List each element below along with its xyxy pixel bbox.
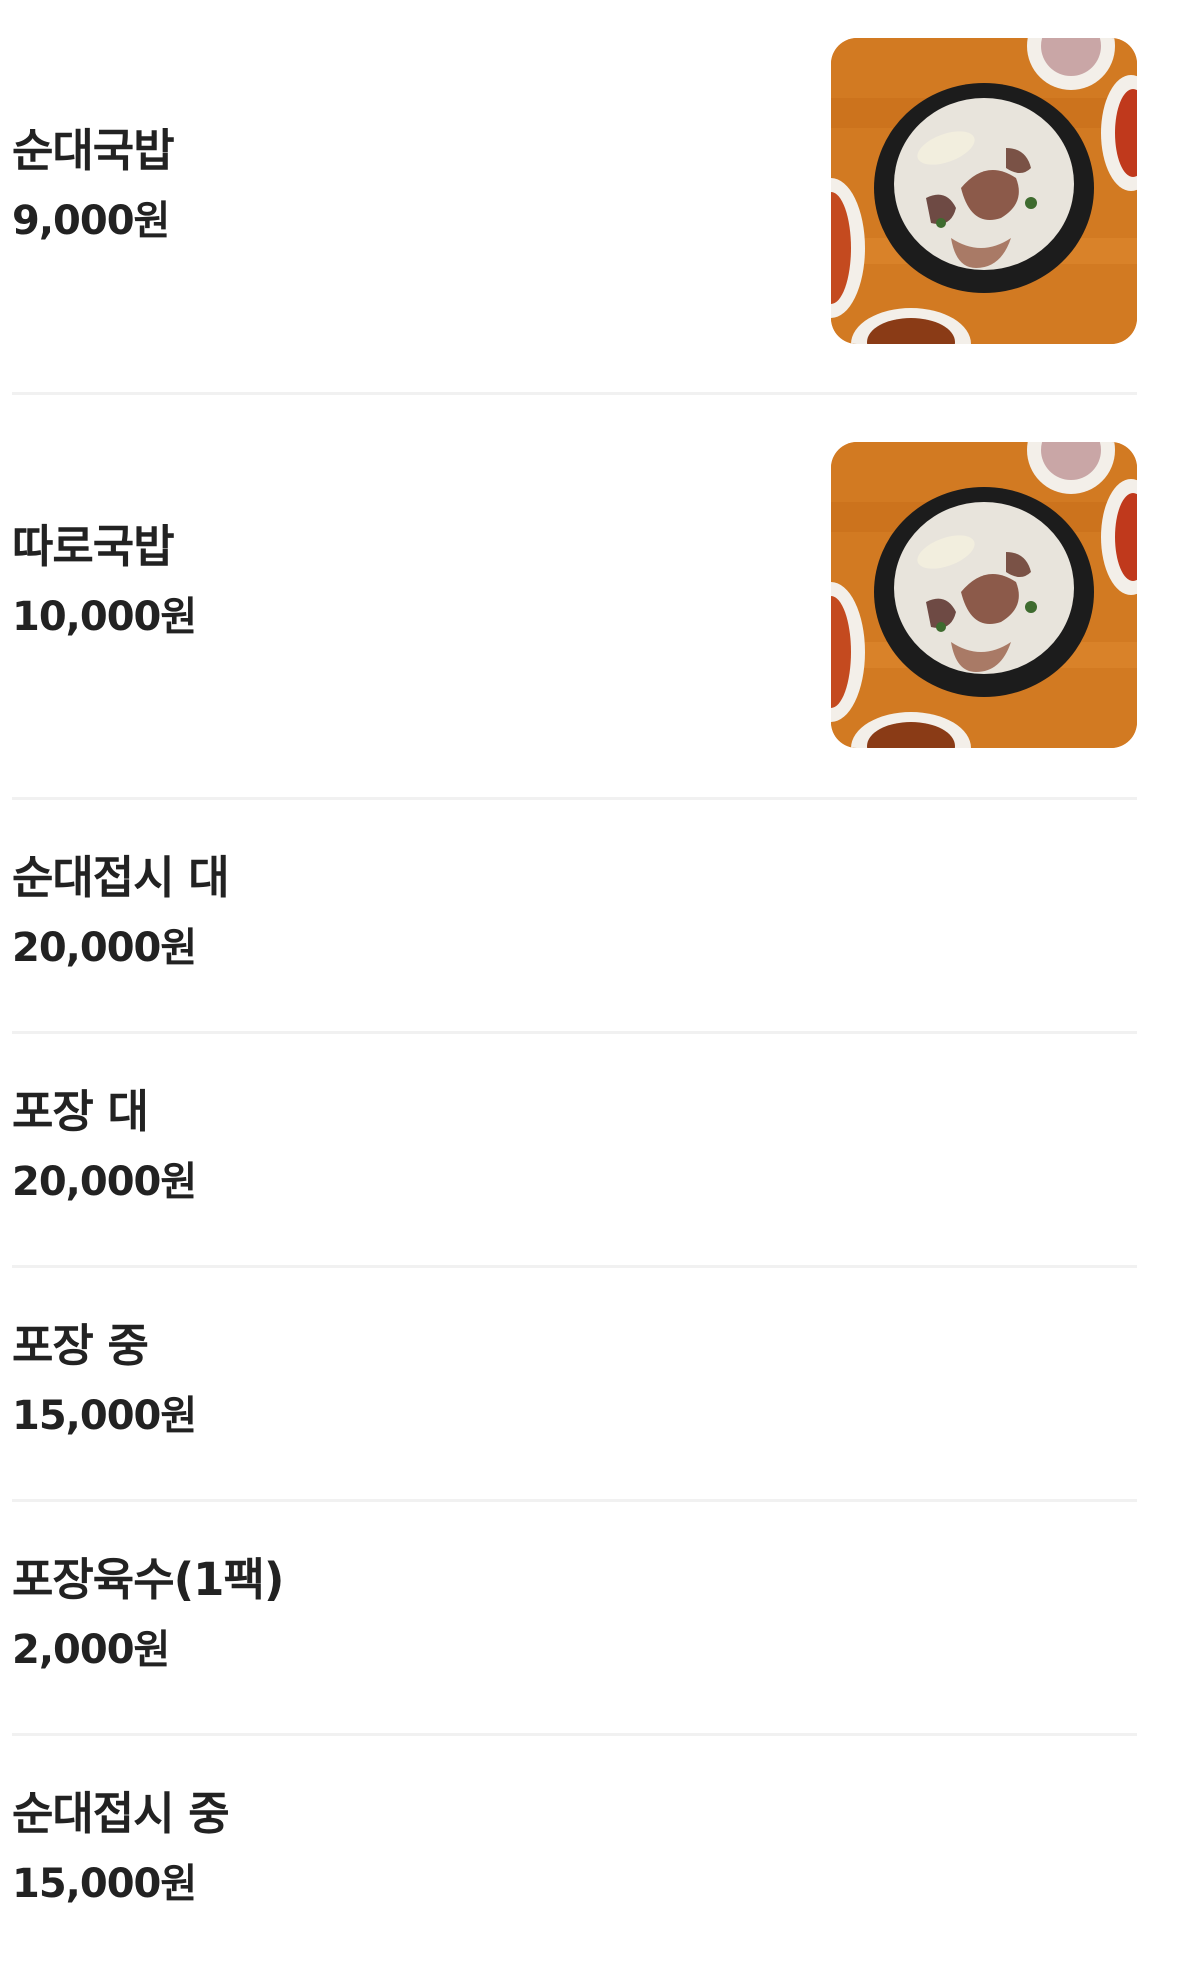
menu-item-price: 9,000원 bbox=[12, 198, 170, 244]
menu-item-photo[interactable] bbox=[831, 442, 1137, 748]
menu-item-price: 15,000원 bbox=[12, 1861, 197, 1907]
menu-item-price: 20,000원 bbox=[12, 1159, 197, 1205]
menu-item-text: 순대접시 중 15,000원 bbox=[12, 1785, 230, 1909]
menu-item-takeout-large[interactable]: 포장 대 20,000원 bbox=[12, 1034, 1137, 1268]
menu-item-text: 따로국밥 10,000원 bbox=[12, 518, 197, 642]
menu-item-price: 10,000원 bbox=[12, 594, 197, 640]
menu-item-takeout-broth[interactable]: 포장육수(1팩) 2,000원 bbox=[12, 1502, 1137, 1736]
menu-item-sundae-plate-medium[interactable]: 순대접시 중 15,000원 bbox=[12, 1736, 1137, 1970]
menu-item-price: 15,000원 bbox=[12, 1393, 197, 1439]
menu-item-text: 포장 대 20,000원 bbox=[12, 1083, 197, 1207]
menu-item-text: 순대국밥 9,000원 bbox=[12, 122, 175, 246]
menu-list: 순대국밥 9,000원 따로국밥 10,000원 순대접시 대 20,000원 … bbox=[12, 0, 1137, 1970]
menu-item-photo[interactable] bbox=[831, 38, 1137, 344]
menu-item-name: 순대접시 대 bbox=[12, 851, 230, 904]
menu-item-price: 2,000원 bbox=[12, 1627, 170, 1673]
menu-item-name: 포장 대 bbox=[12, 1085, 149, 1138]
menu-item-text: 순대접시 대 20,000원 bbox=[12, 849, 230, 973]
menu-item-ttaro-gukbap[interactable]: 따로국밥 10,000원 bbox=[12, 395, 1137, 800]
menu-item-name: 순대접시 중 bbox=[12, 1787, 230, 1840]
menu-item-price: 20,000원 bbox=[12, 925, 197, 971]
menu-item-sundae-gukbap[interactable]: 순대국밥 9,000원 bbox=[12, 0, 1137, 395]
menu-item-name: 포장 중 bbox=[12, 1319, 149, 1372]
menu-item-text: 포장육수(1팩) 2,000원 bbox=[12, 1551, 284, 1675]
menu-item-text: 포장 중 15,000원 bbox=[12, 1317, 197, 1441]
menu-item-name: 따로국밥 bbox=[12, 520, 175, 573]
menu-item-takeout-medium[interactable]: 포장 중 15,000원 bbox=[12, 1268, 1137, 1502]
menu-item-name: 포장육수(1팩) bbox=[12, 1553, 284, 1606]
gukbap-photo-icon bbox=[831, 442, 1137, 748]
gukbap-photo-icon bbox=[831, 38, 1137, 344]
menu-item-name: 순대국밥 bbox=[12, 124, 175, 177]
menu-item-sundae-plate-large[interactable]: 순대접시 대 20,000원 bbox=[12, 800, 1137, 1034]
